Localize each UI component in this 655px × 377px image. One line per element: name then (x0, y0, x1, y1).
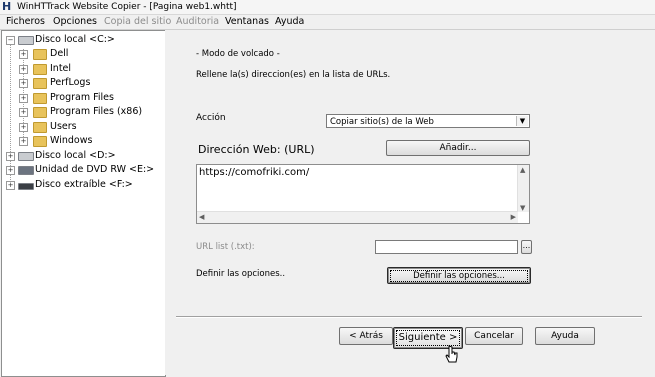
folder-icon (33, 93, 47, 104)
dropdown-arrow-icon[interactable]: ▼ (516, 116, 528, 126)
tree-item-program-files-x86[interactable]: + Program Files (x86) (2, 105, 162, 118)
folder-icon (33, 122, 47, 133)
tree-item-intel[interactable]: + Intel (2, 62, 162, 75)
menu-auditoria[interactable]: Auditoria (176, 16, 219, 28)
mouse-pointer-icon (445, 345, 458, 363)
horizontal-scrollbar[interactable]: ◀ ▶ (197, 211, 518, 223)
dvd-drive-icon (18, 166, 34, 175)
action-select-value: Copiar sitio(s) de la Web (330, 117, 434, 127)
cancel-button[interactable]: Cancelar (465, 327, 523, 345)
tree-item-label: Intel (50, 63, 72, 74)
tree-item-label: Program Files (50, 92, 114, 103)
tree-item-drive-c[interactable]: − Disco local <C:> (2, 33, 162, 46)
tree-item-windows[interactable]: + Windows (2, 134, 162, 147)
expand-icon[interactable]: + (19, 50, 28, 59)
menu-ventanas[interactable]: Ventanas (225, 16, 269, 28)
scroll-left-icon[interactable]: ◀ (199, 213, 204, 221)
scroll-down-icon[interactable]: ▼ (520, 204, 525, 212)
hard-drive-icon (18, 152, 34, 161)
tree-item-label: Dell (50, 48, 69, 59)
browse-url-list-button[interactable]: ... (521, 240, 532, 254)
menu-ficheros[interactable]: Ficheros (6, 16, 45, 28)
folder-icon (33, 78, 47, 89)
expand-icon[interactable]: + (19, 79, 28, 88)
tree-item-label: Disco extraíble <F:> (35, 179, 133, 190)
scroll-right-icon[interactable]: ▶ (511, 213, 516, 221)
back-button[interactable]: < Atrás (339, 327, 393, 345)
folder-icon (33, 49, 47, 60)
expand-icon[interactable]: + (6, 152, 15, 161)
collapse-icon[interactable]: − (6, 36, 15, 45)
menu-opciones[interactable]: Opciones (53, 16, 97, 28)
tree-item-drive-e[interactable]: + Unidad de DVD RW <E:> (2, 163, 162, 176)
expand-icon[interactable]: + (6, 181, 15, 190)
scroll-up-icon[interactable]: ▲ (520, 166, 525, 174)
instructions-text: Rellene la(s) direccion(es) en la lista … (196, 70, 391, 80)
expand-icon[interactable]: + (19, 65, 28, 74)
next-button-label: Siguiente > (396, 330, 460, 346)
define-options-button[interactable]: Definir las opciones... (387, 267, 531, 284)
mode-title: - Modo de volcado - (196, 49, 280, 59)
folder-tree[interactable]: − Disco local <C:> + Dell + Intel + Perf… (1, 30, 166, 377)
expand-icon[interactable]: + (19, 108, 28, 117)
menu-ayuda[interactable]: Ayuda (275, 16, 304, 28)
tree-item-users[interactable]: + Users (2, 120, 162, 133)
web-address-label: Dirección Web: (URL) (198, 143, 315, 156)
define-options-button-label: Definir las opciones... (390, 270, 528, 282)
wizard-panel: - Modo de volcado - Rellene la(s) direcc… (165, 30, 653, 375)
url-list-label: URL list (.txt): (196, 242, 255, 252)
removable-drive-icon (18, 183, 34, 190)
menu-copia-del-sitio[interactable]: Copia del sitio (104, 16, 171, 28)
tree-item-dell[interactable]: + Dell (2, 47, 162, 60)
url-textarea-value: https://comofriki.com/ (199, 167, 310, 178)
tree-item-drive-d[interactable]: + Disco local <D:> (2, 149, 162, 162)
httrack-app-icon: H (2, 0, 12, 13)
folder-icon (33, 107, 47, 118)
tree-item-label: Users (50, 121, 77, 132)
hard-drive-icon (18, 36, 34, 45)
action-select[interactable]: Copiar sitio(s) de la Web ▼ (326, 114, 530, 128)
tree-item-label: Windows (50, 135, 93, 146)
expand-icon[interactable]: + (19, 137, 28, 146)
tree-item-label: PerfLogs (50, 77, 91, 88)
footer-separator (176, 316, 642, 318)
tree-item-program-files[interactable]: + Program Files (2, 91, 162, 104)
folder-icon (33, 64, 47, 75)
expand-icon[interactable]: + (19, 123, 28, 132)
tree-item-label: Disco local <D:> (35, 150, 116, 161)
expand-icon[interactable]: + (19, 94, 28, 103)
define-options-label: Definir las opciones.. (196, 269, 286, 279)
window-title: WinHTTrack Website Copier - [Pagina web1… (17, 2, 237, 12)
menu-bar: Ficheros Opciones Copia del sitio Audito… (0, 15, 655, 30)
action-label: Acción (196, 113, 226, 123)
tree-item-label: Unidad de DVD RW <E:> (35, 164, 155, 175)
url-list-input[interactable] (375, 240, 518, 254)
expand-icon[interactable]: + (6, 166, 15, 175)
tree-item-drive-f[interactable]: + Disco extraíble <F:> (2, 178, 162, 191)
tree-item-label: Disco local <C:> (35, 34, 115, 45)
tree-item-perflogs[interactable]: + PerfLogs (2, 76, 162, 89)
tree-item-label: Program Files (x86) (50, 106, 143, 117)
url-textarea[interactable]: https://comofriki.com/ ▲ ▼ ◀ ▶ (196, 164, 530, 224)
help-button[interactable]: Ayuda (535, 327, 595, 345)
folder-icon (33, 136, 47, 147)
title-bar: H WinHTTrack Website Copier - [Pagina we… (0, 0, 655, 15)
add-url-button[interactable]: Añadir... (386, 140, 530, 156)
vertical-scrollbar[interactable]: ▲ ▼ (517, 165, 529, 212)
